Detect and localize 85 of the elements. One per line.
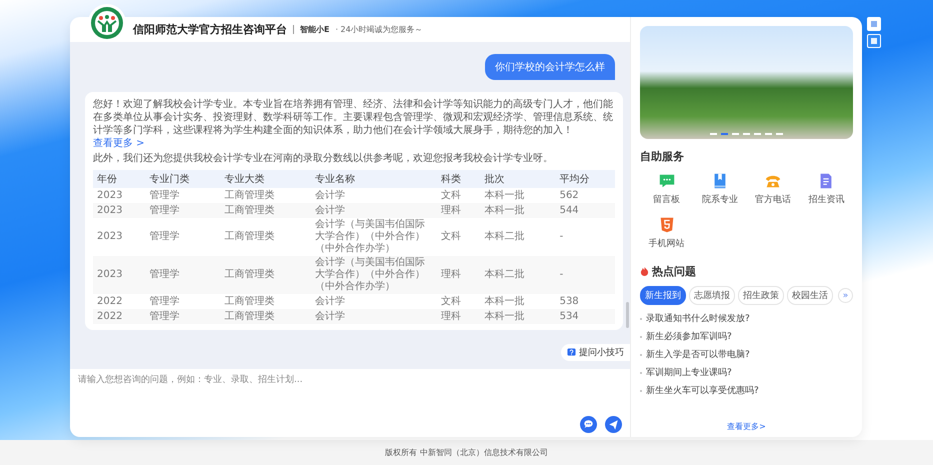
answer-text: 您好！欢迎了解我校会计学专业。本专业旨在培养拥有管理、经济、法律和会计学等知识能力的高级专门人才，他们能在多类单位从事会计实务、投资理财、数学科研等工作。主要课程包含管理学、微观和宏观经济学、管理信息系统、统计学等多门学科，这些课程将为学生构建全面的知识体系，助力他们在会计学领域大展身手，期待您的加入！ 查看更多 > [93, 98, 614, 150]
service-item[interactable]: 院系专业 [693, 172, 746, 206]
table-cell: 理科 [436, 309, 481, 324]
send-icon[interactable] [605, 416, 622, 433]
answer-text: 此外，我们还为您提供我校会计学专业在河南的录取分数线以供参考呢，欢迎您报考我校会计学专业呀。 [93, 152, 554, 165]
table-cell: 会计学（与美国韦伯国际大学合作）（中外合作）（中外合作办学） [310, 218, 437, 256]
column-header: 专业大类 [220, 170, 311, 188]
table-cell: - [556, 218, 615, 256]
table-cell: 管理学 [145, 256, 220, 294]
table-cell: 534 [556, 309, 615, 324]
column-header: 平均分 [556, 170, 615, 188]
table-cell: 本科二批 [480, 218, 556, 256]
chat-icon [658, 172, 676, 190]
table-cell: 工商管理类 [220, 203, 311, 218]
service-item[interactable]: 留言板 [640, 172, 694, 206]
table-cell: 2023 [93, 256, 146, 294]
table-cell: 工商管理类 [220, 218, 311, 256]
copyright-text: 版权所有 中新智同（北京）信息技术有限公司 [0, 440, 933, 465]
more-link[interactable]: 查看更多> [727, 421, 766, 432]
side-toggle-button[interactable] [867, 34, 881, 48]
user-message: 你们学校的会计学怎么样 [485, 54, 615, 80]
table-cell: 562 [556, 188, 615, 203]
table-cell: 管理学 [145, 218, 220, 256]
service-item[interactable]: 官方电话 [746, 172, 800, 206]
service-item[interactable]: 手机网站 [640, 216, 694, 250]
table-cell: 工商管理类 [220, 309, 311, 324]
table-cell: 本科二批 [480, 256, 556, 294]
topic-tab[interactable]: 志愿填报 [689, 286, 735, 305]
more-link[interactable]: 查看更多 > [93, 138, 145, 149]
table-cell: 文科 [436, 188, 481, 203]
table-cell: 工商管理类 [220, 188, 311, 203]
column-header: 专业名称 [310, 170, 437, 188]
table-cell: 会计学 [310, 294, 437, 309]
table-cell: 本科一批 [480, 188, 556, 203]
table-cell: 2022 [93, 309, 146, 324]
table-cell: 工商管理类 [220, 256, 311, 294]
table-cell: 538 [556, 294, 615, 309]
question-input[interactable]: 请输入您想咨询的问题，例如：专业、录取、招生计划... [78, 373, 622, 416]
assistant-name: 智能小E [300, 24, 330, 35]
flame-icon [640, 267, 649, 276]
table-cell: 会计学 [310, 203, 437, 218]
scrollbar[interactable] [626, 302, 629, 328]
table-cell: 文科 [436, 218, 481, 256]
table-cell: 2023 [93, 218, 146, 256]
question-link[interactable]: 新生必须参加军训吗? [646, 330, 732, 343]
table-cell: 2022 [93, 294, 146, 309]
side-toggle-button[interactable] [867, 17, 881, 31]
topic-tab[interactable]: 招生政策 [738, 286, 784, 305]
question-icon [567, 348, 576, 357]
table-cell: 会计学 [310, 309, 437, 324]
tips-button[interactable]: 提问小技巧 [561, 344, 630, 361]
table-cell: 文科 [436, 294, 481, 309]
question-link[interactable]: 新生入学是否可以带电脑? [646, 348, 750, 361]
html5-icon [658, 216, 676, 234]
table-cell: 管理学 [145, 203, 220, 218]
table-cell: 理科 [436, 203, 481, 218]
question-link[interactable]: 录取通知书什么时候发放? [646, 312, 750, 325]
table-cell: 544 [556, 203, 615, 218]
topic-tab[interactable]: 新生报到 [640, 286, 686, 305]
column-header: 批次 [480, 170, 556, 188]
table-cell: 工商管理类 [220, 294, 311, 309]
table-cell: 管理学 [145, 309, 220, 324]
column-header: 科类 [436, 170, 481, 188]
topic-tab[interactable]: 校园生活 [787, 286, 833, 305]
question-link[interactable]: 军训期间上专业课吗? [646, 366, 732, 379]
column-header: 专业门类 [145, 170, 220, 188]
table-cell: 管理学 [145, 294, 220, 309]
table-cell: 管理学 [145, 188, 220, 203]
section-title: 自助服务 [640, 149, 685, 164]
question-link[interactable]: 新生坐火车可以享受优惠吗? [646, 384, 759, 397]
section-title: 热点问题 [652, 264, 696, 279]
tagline: · 24小时竭诚为您服务～ [335, 24, 423, 35]
table-cell: 会计学（与美国韦伯国际大学合作）（中外合作）（中外合作办学） [310, 256, 437, 294]
column-header: 年份 [93, 170, 146, 188]
service-item[interactable]: 招生资讯 [800, 172, 853, 206]
chat-bubble-icon[interactable] [580, 416, 597, 433]
table-cell: 本科一批 [480, 294, 556, 309]
table-cell: 本科一批 [480, 203, 556, 218]
table-cell: 本科一批 [480, 309, 556, 324]
platform-title: 信阳师范大学官方招生咨询平台 [133, 22, 287, 37]
table-cell: 理科 [436, 256, 481, 294]
table-cell: 2023 [93, 188, 146, 203]
table-cell: 会计学 [310, 188, 437, 203]
table-cell: - [556, 256, 615, 294]
table-cell: 2023 [93, 203, 146, 218]
